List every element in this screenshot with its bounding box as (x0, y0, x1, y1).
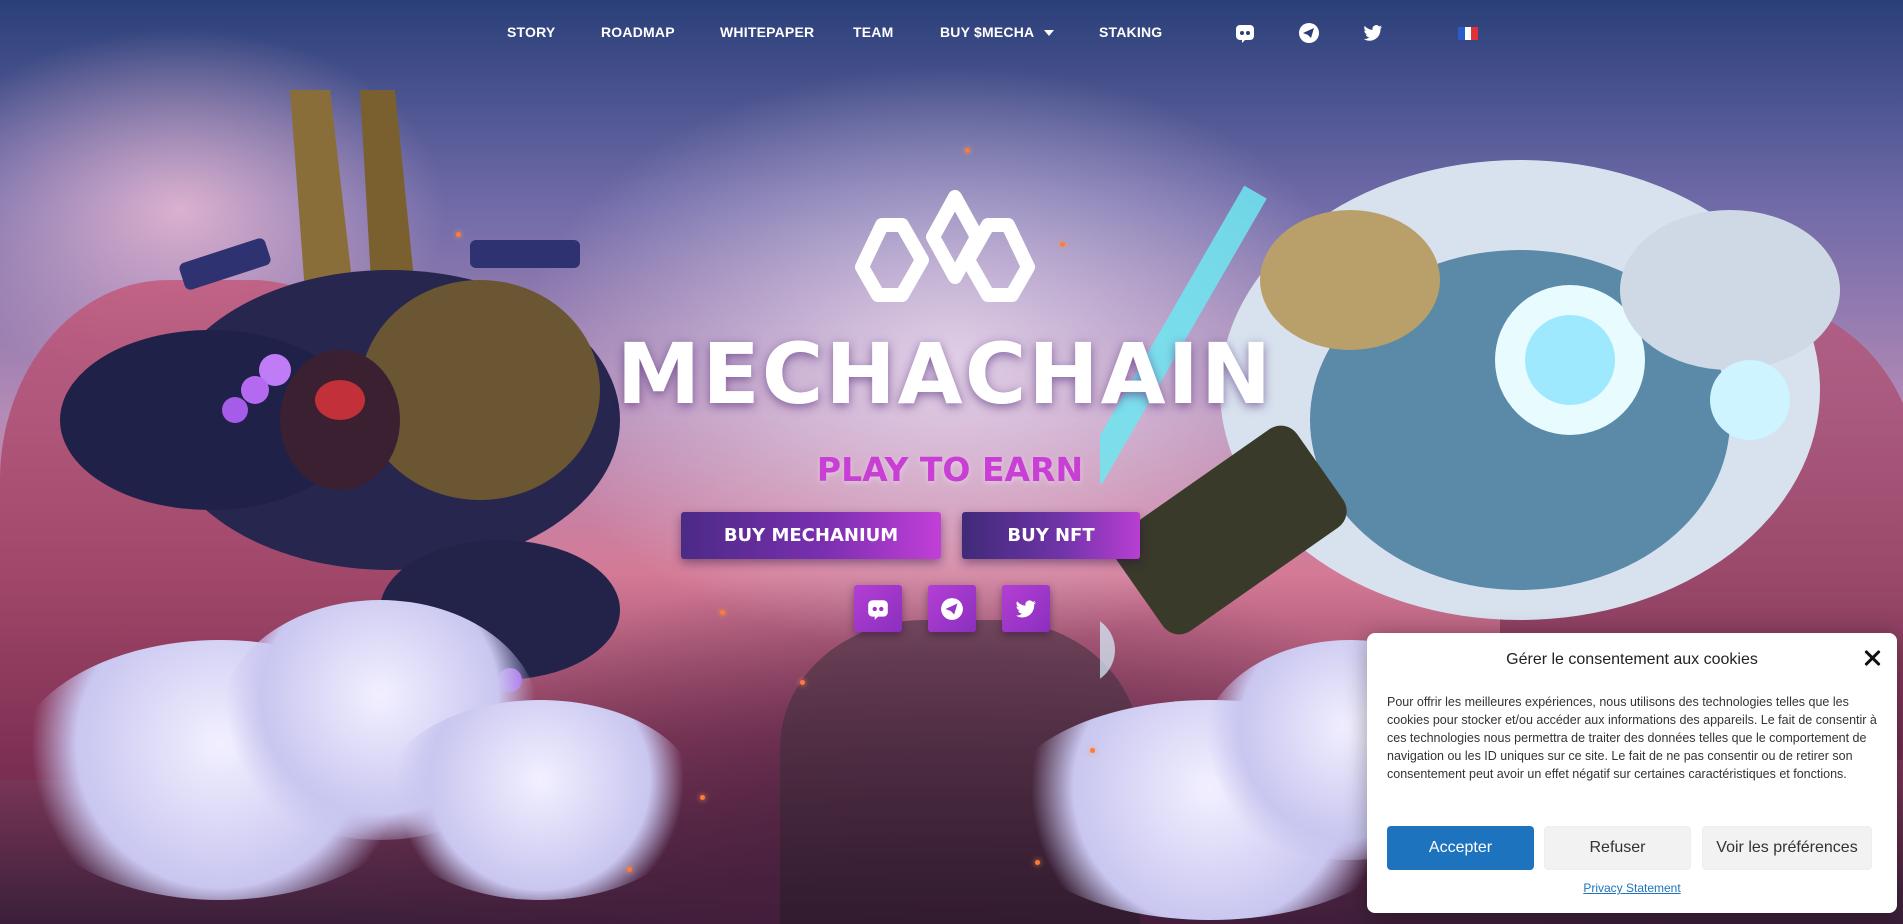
ember (700, 795, 705, 800)
nav-whitepaper[interactable]: WHITEPAPER (720, 24, 814, 40)
nav-team[interactable]: TEAM (853, 24, 893, 40)
tagline: PLAY TO EARN (816, 450, 1084, 489)
accept-button[interactable]: Accepter (1387, 826, 1534, 870)
ember (1035, 860, 1040, 865)
discord-icon (868, 599, 888, 620)
top-navigation: STORY ROADMAP WHITEPAPER TEAM BUY $MECHA… (0, 0, 1903, 66)
discord-icon[interactable] (1234, 22, 1256, 44)
ember (456, 232, 461, 237)
mechachain-logo (855, 190, 1035, 302)
nav-story[interactable]: STORY (507, 24, 555, 40)
ember (1090, 748, 1095, 753)
telegram-icon[interactable] (1298, 22, 1320, 44)
ember (965, 148, 970, 153)
ember (627, 867, 632, 872)
nav-roadmap[interactable]: ROADMAP (601, 24, 675, 40)
nav-buy-mecha[interactable]: BUY $MECHA (940, 24, 1055, 40)
ember (800, 680, 805, 685)
refuse-button[interactable]: Refuser (1544, 826, 1691, 870)
discord-button[interactable] (854, 585, 902, 632)
ember (1060, 242, 1065, 247)
cookie-title: Gérer le consentement aux cookies (1506, 651, 1758, 668)
nav-buy-mecha-label: BUY $MECHA (940, 24, 1035, 40)
buy-nft-button[interactable]: BUY NFT (962, 512, 1140, 559)
twitter-icon[interactable] (1362, 22, 1384, 44)
privacy-statement-link[interactable]: Privacy Statement (1367, 881, 1897, 895)
brand-title: MECHACHAIN (616, 325, 1274, 423)
cloud (380, 700, 700, 900)
buy-mechanium-button[interactable]: BUY MECHANIUM (681, 512, 941, 559)
cookie-consent-dialog: Gérer le consentement aux cookies Pour o… (1367, 633, 1897, 913)
twitter-icon (1015, 599, 1036, 617)
ember (720, 610, 725, 615)
telegram-button[interactable] (928, 585, 976, 632)
nav-staking[interactable]: STAKING (1099, 24, 1162, 40)
cookie-message: Pour offrir les meilleures expériences, … (1387, 695, 1877, 781)
french-flag-icon[interactable] (1458, 27, 1479, 40)
chevron-down-icon (1044, 30, 1055, 37)
twitter-button[interactable] (1002, 585, 1050, 632)
telegram-icon (941, 597, 963, 620)
view-preferences-button[interactable]: Voir les préférences (1702, 826, 1872, 870)
close-icon[interactable] (1861, 647, 1883, 669)
